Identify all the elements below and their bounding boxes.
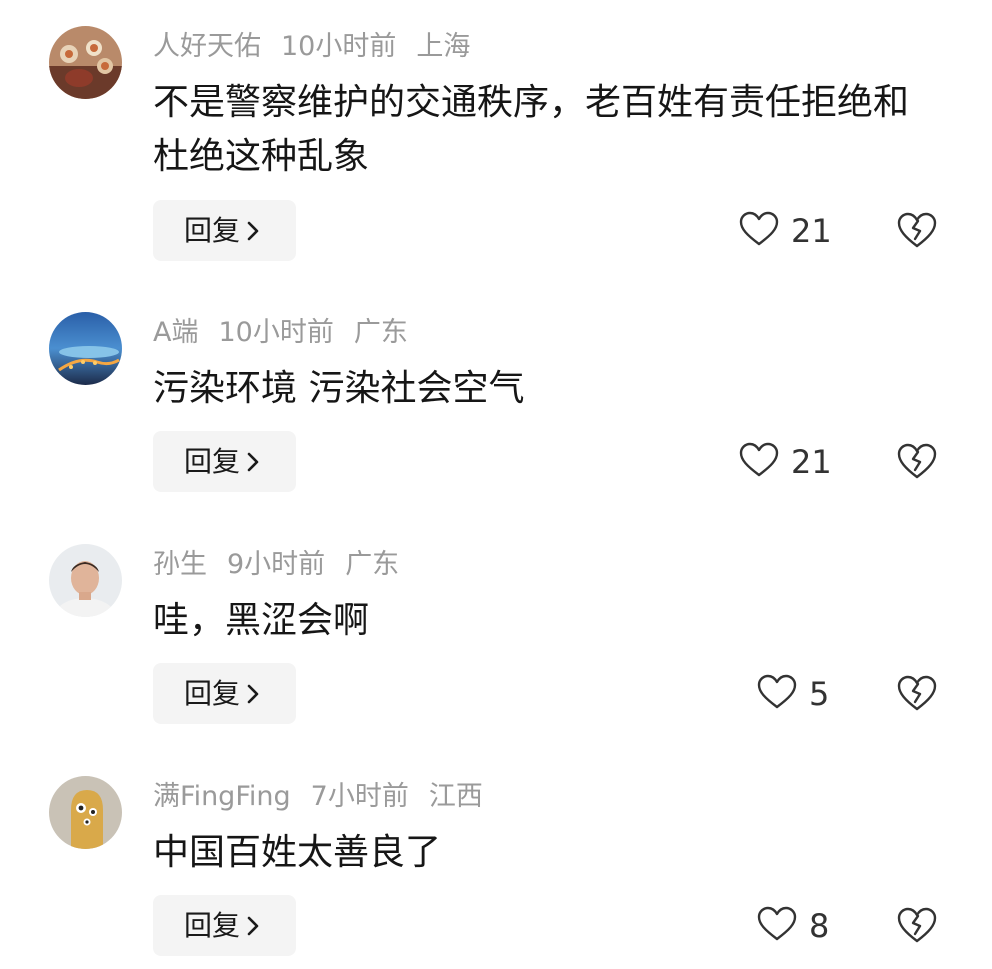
timestamp: 10小时前: [218, 317, 334, 348]
broken-heart-icon: [896, 443, 938, 484]
heart-outline-icon: [739, 442, 779, 482]
reply-label: 回复: [184, 677, 241, 710]
broken-heart-icon: [896, 907, 938, 948]
comment-meta: 人好天佑 10小时前 上海: [153, 29, 490, 65]
reply-button[interactable]: 回复: [153, 431, 296, 492]
like-count: 21: [791, 212, 832, 250]
timestamp: 10小时前: [281, 31, 397, 62]
dislike-button[interactable]: [896, 674, 938, 714]
location: 广东: [353, 317, 408, 348]
like-count: 21: [791, 443, 832, 481]
reply-button[interactable]: 回复: [153, 895, 296, 956]
chevron-right-icon: [246, 433, 260, 494]
reply-label: 回复: [184, 214, 241, 247]
like-button[interactable]: 21: [739, 211, 832, 251]
heart-outline-icon: [757, 906, 797, 946]
comment-text: 不是警察维护的交通秩序，老百姓有责任拒绝和杜绝这种乱象: [153, 82, 910, 177]
like-count: 5: [809, 675, 830, 713]
reply-label: 回复: [184, 445, 241, 478]
chevron-right-icon: [246, 665, 260, 726]
heart-outline-icon: [757, 674, 797, 714]
comment-meta: A端 10小时前 广东: [153, 315, 428, 351]
like-count: 8: [809, 907, 830, 945]
username[interactable]: 孙生: [153, 549, 207, 580]
like-button[interactable]: 8: [757, 906, 829, 946]
username[interactable]: 人好天佑: [153, 31, 261, 62]
avatar[interactable]: [49, 312, 122, 385]
like-button[interactable]: 21: [739, 442, 832, 482]
comment-text: 哇，黑涩会啊: [153, 600, 370, 641]
reply-button[interactable]: 回复: [153, 663, 296, 724]
avatar[interactable]: [49, 776, 122, 849]
avatar[interactable]: [49, 544, 122, 617]
location: 江西: [428, 781, 483, 812]
location: 上海: [416, 31, 471, 62]
dislike-button[interactable]: [896, 442, 938, 482]
like-button[interactable]: 5: [757, 674, 829, 714]
chevron-right-icon: [246, 202, 260, 263]
broken-heart-icon: [896, 675, 938, 716]
reply-button[interactable]: 回复: [153, 200, 296, 261]
username[interactable]: A端: [153, 317, 198, 348]
comment-text: 中国百姓太善良了: [153, 832, 442, 873]
heart-outline-icon: [739, 211, 779, 251]
reply-label: 回复: [184, 909, 241, 942]
comment-meta: 孙生 9小时前 广东: [153, 547, 419, 583]
broken-heart-icon: [896, 212, 938, 253]
timestamp: 7小时前: [310, 781, 409, 812]
comment-meta: 满FingFing 7小时前 江西: [153, 779, 503, 815]
timestamp: 9小时前: [227, 549, 326, 580]
comment-text: 污染环境 污染社会空气: [153, 368, 525, 409]
dislike-button[interactable]: [896, 906, 938, 946]
dislike-button[interactable]: [896, 211, 938, 251]
username[interactable]: 满FingFing: [153, 781, 291, 812]
chevron-right-icon: [246, 897, 260, 958]
avatar[interactable]: [49, 26, 122, 99]
location: 广东: [345, 549, 400, 580]
